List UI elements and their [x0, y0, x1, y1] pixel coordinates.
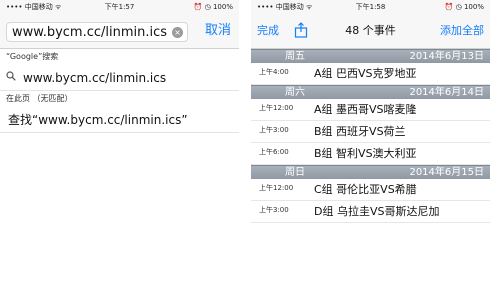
add-all-button[interactable]: 添加全部: [440, 14, 484, 48]
google-suggestion-label: www.bycm.cc/linmin.ics: [23, 71, 167, 85]
day-date: 2014年6月14日: [409, 87, 484, 98]
battery-status: ⏰ ◷ 100%: [444, 3, 484, 11]
search-input-value: www.bycm.cc/linmin.ics: [12, 25, 168, 40]
address-search-input[interactable]: www.bycm.cc/linmin.ics ×: [6, 22, 188, 42]
event-time: 上午3:00: [259, 126, 289, 134]
google-suggestion-row[interactable]: www.bycm.cc/linmin.ics: [0, 65, 239, 91]
day-date: 2014年6月15日: [409, 167, 484, 178]
event-row[interactable]: 上午3:00 B组 西班牙VS荷兰: [251, 121, 490, 143]
event-row[interactable]: 上午6:00 B组 智利VS澳大利亚: [251, 143, 490, 165]
event-title: D组 乌拉圭VS哥斯达尼加: [314, 205, 440, 218]
event-row[interactable]: 上午4:00 A组 巴西VS克罗地亚: [251, 63, 490, 85]
day-header: 周日 2014年6月15日: [251, 165, 490, 179]
day-weekday: 周五: [285, 51, 305, 62]
on-page-header: 在此页 （无匹配）: [0, 91, 239, 107]
google-search-header: “Google”搜索: [0, 49, 239, 65]
day-header: 周六 2014年6月14日: [251, 85, 490, 99]
search-icon: [6, 71, 16, 81]
event-time: 上午12:00: [259, 104, 294, 112]
day-weekday: 周六: [285, 87, 305, 98]
day-date: 2014年6月13日: [409, 51, 484, 62]
event-title: A组 巴西VS克罗地亚: [314, 67, 417, 80]
status-bar: •••• 中国移动 ᯤ 下午1:58 ⏰ ◷ 100%: [251, 0, 490, 14]
find-on-page-row[interactable]: 查找“www.bycm.cc/linmin.ics”: [0, 107, 239, 133]
day-weekday: 周日: [285, 167, 305, 178]
screenshot-canvas: •••• 中国移动 ᯤ 下午1:57 ⏰ ◷ 100% www.bycm.cc/…: [0, 0, 490, 291]
event-row[interactable]: 上午12:00 C组 哥伦比亚VS希腊: [251, 179, 490, 201]
safari-search-screen: •••• 中国移动 ᯤ 下午1:57 ⏰ ◷ 100% www.bycm.cc/…: [0, 0, 239, 291]
event-title: B组 智利VS澳大利亚: [314, 147, 417, 160]
event-title: B组 西班牙VS荷兰: [314, 125, 406, 138]
calendar-nav-bar: 完成 48 个事件 添加全部: [251, 14, 490, 49]
status-bar: •••• 中国移动 ᯤ 下午1:57 ⏰ ◷ 100%: [0, 0, 239, 14]
battery-status: ⏰ ◷ 100%: [193, 3, 233, 11]
event-row[interactable]: 上午12:00 A组 墨西哥VS喀麦隆: [251, 99, 490, 121]
day-header: 周五 2014年6月13日: [251, 49, 490, 63]
event-time: 上午6:00: [259, 148, 289, 156]
cancel-button[interactable]: 取消: [205, 14, 231, 48]
event-title: A组 墨西哥VS喀麦隆: [314, 103, 417, 116]
find-on-page-label: 查找“www.bycm.cc/linmin.ics”: [8, 113, 188, 127]
clear-icon[interactable]: ×: [172, 27, 183, 38]
search-bar: www.bycm.cc/linmin.ics × 取消: [0, 14, 239, 49]
calendar-events-screen: •••• 中国移动 ᯤ 下午1:58 ⏰ ◷ 100% 完成 48 个事件 添加…: [251, 0, 490, 291]
event-row[interactable]: 上午3:00 D组 乌拉圭VS哥斯达尼加: [251, 201, 490, 223]
event-title: C组 哥伦比亚VS希腊: [314, 183, 417, 196]
event-time: 上午3:00: [259, 206, 289, 214]
event-time: 上午4:00: [259, 68, 289, 76]
event-time: 上午12:00: [259, 184, 294, 192]
